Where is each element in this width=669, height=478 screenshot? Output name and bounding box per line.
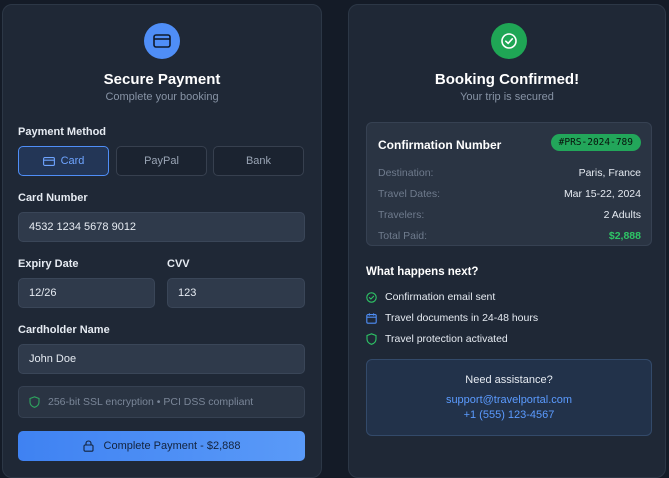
complete-payment-label: Complete Payment - $2,888 <box>103 440 241 452</box>
next-step-item: Confirmation email sent <box>366 291 495 303</box>
assistance-title: Need assistance? <box>465 374 553 386</box>
confirmation-subtitle: Your trip is secured <box>460 91 554 103</box>
destination-key: Destination: <box>378 167 434 179</box>
ssl-note: 256-bit SSL encryption • PCI DSS complia… <box>18 386 305 418</box>
payment-title: Secure Payment <box>103 71 221 88</box>
method-bank-label: Bank <box>245 155 272 167</box>
expiry-label: Expiry Date <box>18 258 79 270</box>
confirmation-title: Booking Confirmed! <box>434 71 580 88</box>
credit-card-icon <box>144 23 180 59</box>
destination-value: Paris, France <box>578 167 641 179</box>
expiry-value: 12/26 <box>29 287 57 299</box>
travel-dates-key: Travel Dates: <box>378 188 441 200</box>
cardholder-value: John Doe <box>29 353 77 365</box>
shield-icon <box>29 396 40 408</box>
lock-icon <box>82 440 94 452</box>
next-step-label: Travel protection activated <box>385 333 508 345</box>
cvv-label: CVV <box>167 258 190 270</box>
cvv-value: 123 <box>178 287 197 299</box>
calendar-icon <box>366 312 377 324</box>
payment-panel: Secure Payment Complete your booking Pay… <box>2 4 322 478</box>
next-step-item: Travel protection activated <box>366 333 508 345</box>
travelers-key: Travelers: <box>378 209 425 221</box>
confirmation-number-badge: #PRS-2024-789 <box>550 134 641 151</box>
cardholder-label: Cardholder Name <box>18 324 110 336</box>
total-paid-value: $2,888 <box>608 230 641 242</box>
support-email-link[interactable]: support@travelportal.com <box>367 394 651 406</box>
complete-payment-button[interactable]: Complete Payment - $2,888 <box>18 431 305 461</box>
next-step-label: Travel documents in 24-48 hours <box>385 312 539 324</box>
confirmation-panel: Booking Confirmed! Your trip is secured … <box>348 4 666 478</box>
payment-subtitle: Complete your booking <box>105 91 219 103</box>
method-card-button[interactable]: Card <box>18 146 109 176</box>
method-paypal-label: PayPal <box>144 155 179 167</box>
support-phone-link[interactable]: +1 (555) 123-4567 <box>367 409 651 421</box>
cardholder-input[interactable]: John Doe <box>18 344 305 374</box>
payment-method-label: Payment Method <box>18 126 107 138</box>
total-paid-key: Total Paid: <box>378 230 428 242</box>
travelers-value: 2 Adults <box>603 209 641 221</box>
shield-icon <box>366 333 377 345</box>
method-card-label: Card <box>60 155 85 167</box>
confirmation-card: Confirmation Number #PRS-2024-789 Destin… <box>366 122 652 246</box>
cvv-input[interactable]: 123 <box>167 278 305 308</box>
method-bank-button[interactable]: Bank <box>213 146 304 176</box>
method-paypal-button[interactable]: PayPal <box>116 146 207 176</box>
card-icon <box>42 156 55 166</box>
card-number-value: 4532 1234 5678 9012 <box>29 221 137 233</box>
next-steps-title: What happens next? <box>366 266 479 278</box>
card-number-input[interactable]: 4532 1234 5678 9012 <box>18 212 305 242</box>
confirmation-number-label: Confirmation Number <box>378 138 502 152</box>
travel-dates-value: Mar 15-22, 2024 <box>563 188 641 200</box>
assistance-box: Need assistance? support@travelportal.co… <box>366 359 652 436</box>
ssl-note-text: 256-bit SSL encryption • PCI DSS complia… <box>48 396 254 408</box>
check-circle-icon <box>366 291 377 303</box>
check-circle-icon <box>491 23 527 59</box>
expiry-input[interactable]: 12/26 <box>18 278 155 308</box>
next-step-label: Confirmation email sent <box>385 291 496 303</box>
card-number-label: Card Number <box>18 192 88 204</box>
next-step-item: Travel documents in 24-48 hours <box>366 312 538 324</box>
